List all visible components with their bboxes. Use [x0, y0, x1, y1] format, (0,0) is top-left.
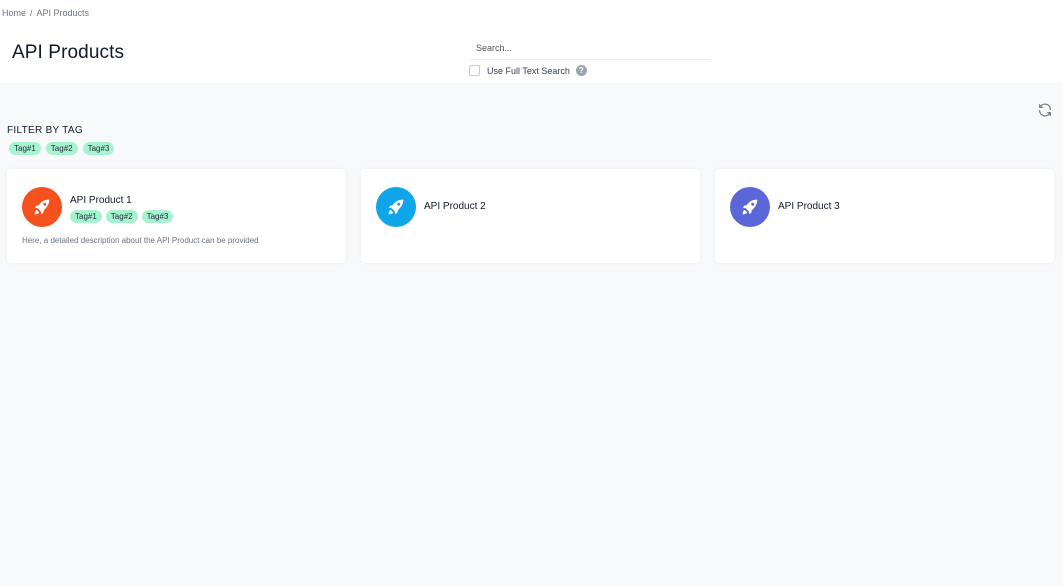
rocket-icon: [388, 199, 404, 215]
refresh-icon[interactable]: [1037, 102, 1053, 118]
search-input[interactable]: [470, 38, 710, 58]
full-text-search-label: Use Full Text Search: [487, 65, 570, 76]
breadcrumb-separator: /: [30, 8, 33, 18]
rocket-icon: [34, 199, 50, 215]
page-title: API Products: [12, 42, 125, 63]
filter-by-tag-title: FILTER BY TAG: [7, 125, 83, 136]
full-text-search-checkbox[interactable]: [469, 65, 480, 76]
full-text-search-option: Use Full Text Search ?: [469, 65, 587, 76]
api-product-card[interactable]: API Product 3: [715, 169, 1054, 263]
product-title[interactable]: API Product 2: [424, 201, 486, 212]
product-avatar: [376, 187, 416, 227]
product-title[interactable]: API Product 3: [778, 201, 840, 212]
product-tag-list: Tag#1 Tag#2 Tag#3: [70, 210, 174, 223]
product-description: Here, a detailed description about the A…: [22, 236, 259, 245]
page-header: Home / API Products API Products Use Ful…: [0, 0, 1063, 83]
filter-tag[interactable]: Tag#2: [45, 142, 78, 155]
help-icon[interactable]: ?: [575, 65, 587, 76]
breadcrumb-current: API Products: [36, 8, 90, 18]
product-tag[interactable]: Tag#3: [141, 210, 174, 223]
rocket-icon: [742, 199, 758, 215]
product-tag[interactable]: Tag#2: [105, 210, 138, 223]
api-product-card[interactable]: API Product 1 Tag#1 Tag#2 Tag#3 Here, a …: [7, 169, 346, 263]
product-title[interactable]: API Product 1: [70, 195, 132, 206]
product-tag[interactable]: Tag#1: [70, 210, 102, 223]
api-product-card[interactable]: API Product 2: [361, 169, 700, 263]
breadcrumb: Home / API Products: [2, 8, 89, 18]
filter-tag[interactable]: Tag#1: [9, 142, 41, 155]
product-avatar: [22, 187, 62, 227]
breadcrumb-home-link[interactable]: Home: [2, 8, 26, 18]
filter-tag[interactable]: Tag#3: [82, 142, 115, 155]
filter-tag-list: Tag#1 Tag#2 Tag#3: [9, 142, 115, 155]
search-box: [470, 38, 710, 60]
product-avatar: [730, 187, 770, 227]
